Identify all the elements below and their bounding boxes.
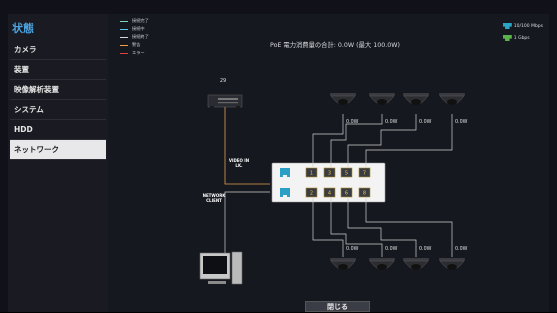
sidebar-item-camera[interactable]: カメラ [10, 40, 106, 60]
port-number: 5 [345, 171, 348, 177]
switch-port-4[interactable]: 4 [323, 187, 336, 198]
poe-value: 0.0W [385, 119, 398, 125]
nvr-label: 29 [220, 78, 226, 84]
client-pc-icon[interactable] [199, 251, 243, 285]
poe-value: 0.0W [346, 246, 359, 252]
camera-icon[interactable] [439, 258, 465, 270]
poe-value: 0.0W [419, 119, 432, 125]
video-in-link [224, 107, 270, 185]
window: 状態 カメラ 装置 映像解析装置 システム HDD ネットワーク 接続完了 接続… [0, 0, 557, 312]
switch-port-7[interactable]: 7 [358, 167, 371, 178]
port-number: 7 [363, 171, 366, 177]
switch-port-2[interactable]: 2 [305, 187, 318, 198]
poe-value: 0.0W [455, 246, 468, 252]
client-link [224, 191, 270, 253]
switch-port-8[interactable]: 8 [358, 187, 371, 198]
switch-port-5[interactable]: 5 [340, 167, 353, 178]
poe-value: 0.0W [455, 119, 468, 125]
camera-icon[interactable] [369, 258, 395, 270]
poe-value: 0.0W [346, 119, 359, 125]
port-number: 8 [363, 191, 366, 197]
video-in-sub: LK. [235, 163, 243, 168]
switch-uplink-port-top[interactable] [280, 168, 290, 177]
sidebar-item-hdd[interactable]: HDD [10, 120, 106, 140]
camera-icon[interactable] [403, 258, 429, 270]
poe-value: 0.0W [419, 246, 432, 252]
sidebar-item-video-analytics[interactable]: 映像解析装置 [10, 80, 106, 100]
camera-icon[interactable] [403, 93, 429, 105]
sidebar-item-device[interactable]: 装置 [10, 60, 106, 80]
switch-uplink-port-bottom[interactable] [280, 188, 290, 197]
camera-icon[interactable] [330, 93, 356, 105]
port-number: 6 [345, 191, 348, 197]
camera-icon[interactable] [369, 93, 395, 105]
port-number: 3 [328, 171, 331, 177]
camera-icon[interactable] [330, 258, 356, 270]
switch-port-6[interactable]: 6 [340, 187, 353, 198]
sidebar-item-network[interactable]: ネットワーク [10, 140, 106, 160]
sidebar-item-system[interactable]: システム [10, 100, 106, 120]
network-status-panel: 接続完了 接続中 接続終了 警告 エラー 10/100 Mbps 1 Gbps … [108, 14, 549, 312]
port-number: 1 [310, 171, 313, 177]
network-client-sub: CLIENT [206, 198, 222, 203]
sidebar: 状態 カメラ 装置 映像解析装置 システム HDD ネットワーク [8, 14, 108, 312]
nvr-icon[interactable] [207, 94, 243, 108]
camera-icon[interactable] [439, 93, 465, 105]
switch-port-3[interactable]: 3 [323, 167, 336, 178]
network-diagram: 29 VIDEO IN LK. NETWORK CLIENT 1 3 5 7 2… [199, 78, 468, 285]
close-button[interactable]: 閉じる [305, 301, 370, 312]
port-number: 4 [328, 191, 331, 197]
sidebar-title: 状態 [12, 22, 34, 35]
port-number: 2 [310, 191, 313, 197]
switch-port-1[interactable]: 1 [305, 167, 318, 178]
poe-value: 0.0W [385, 246, 398, 252]
